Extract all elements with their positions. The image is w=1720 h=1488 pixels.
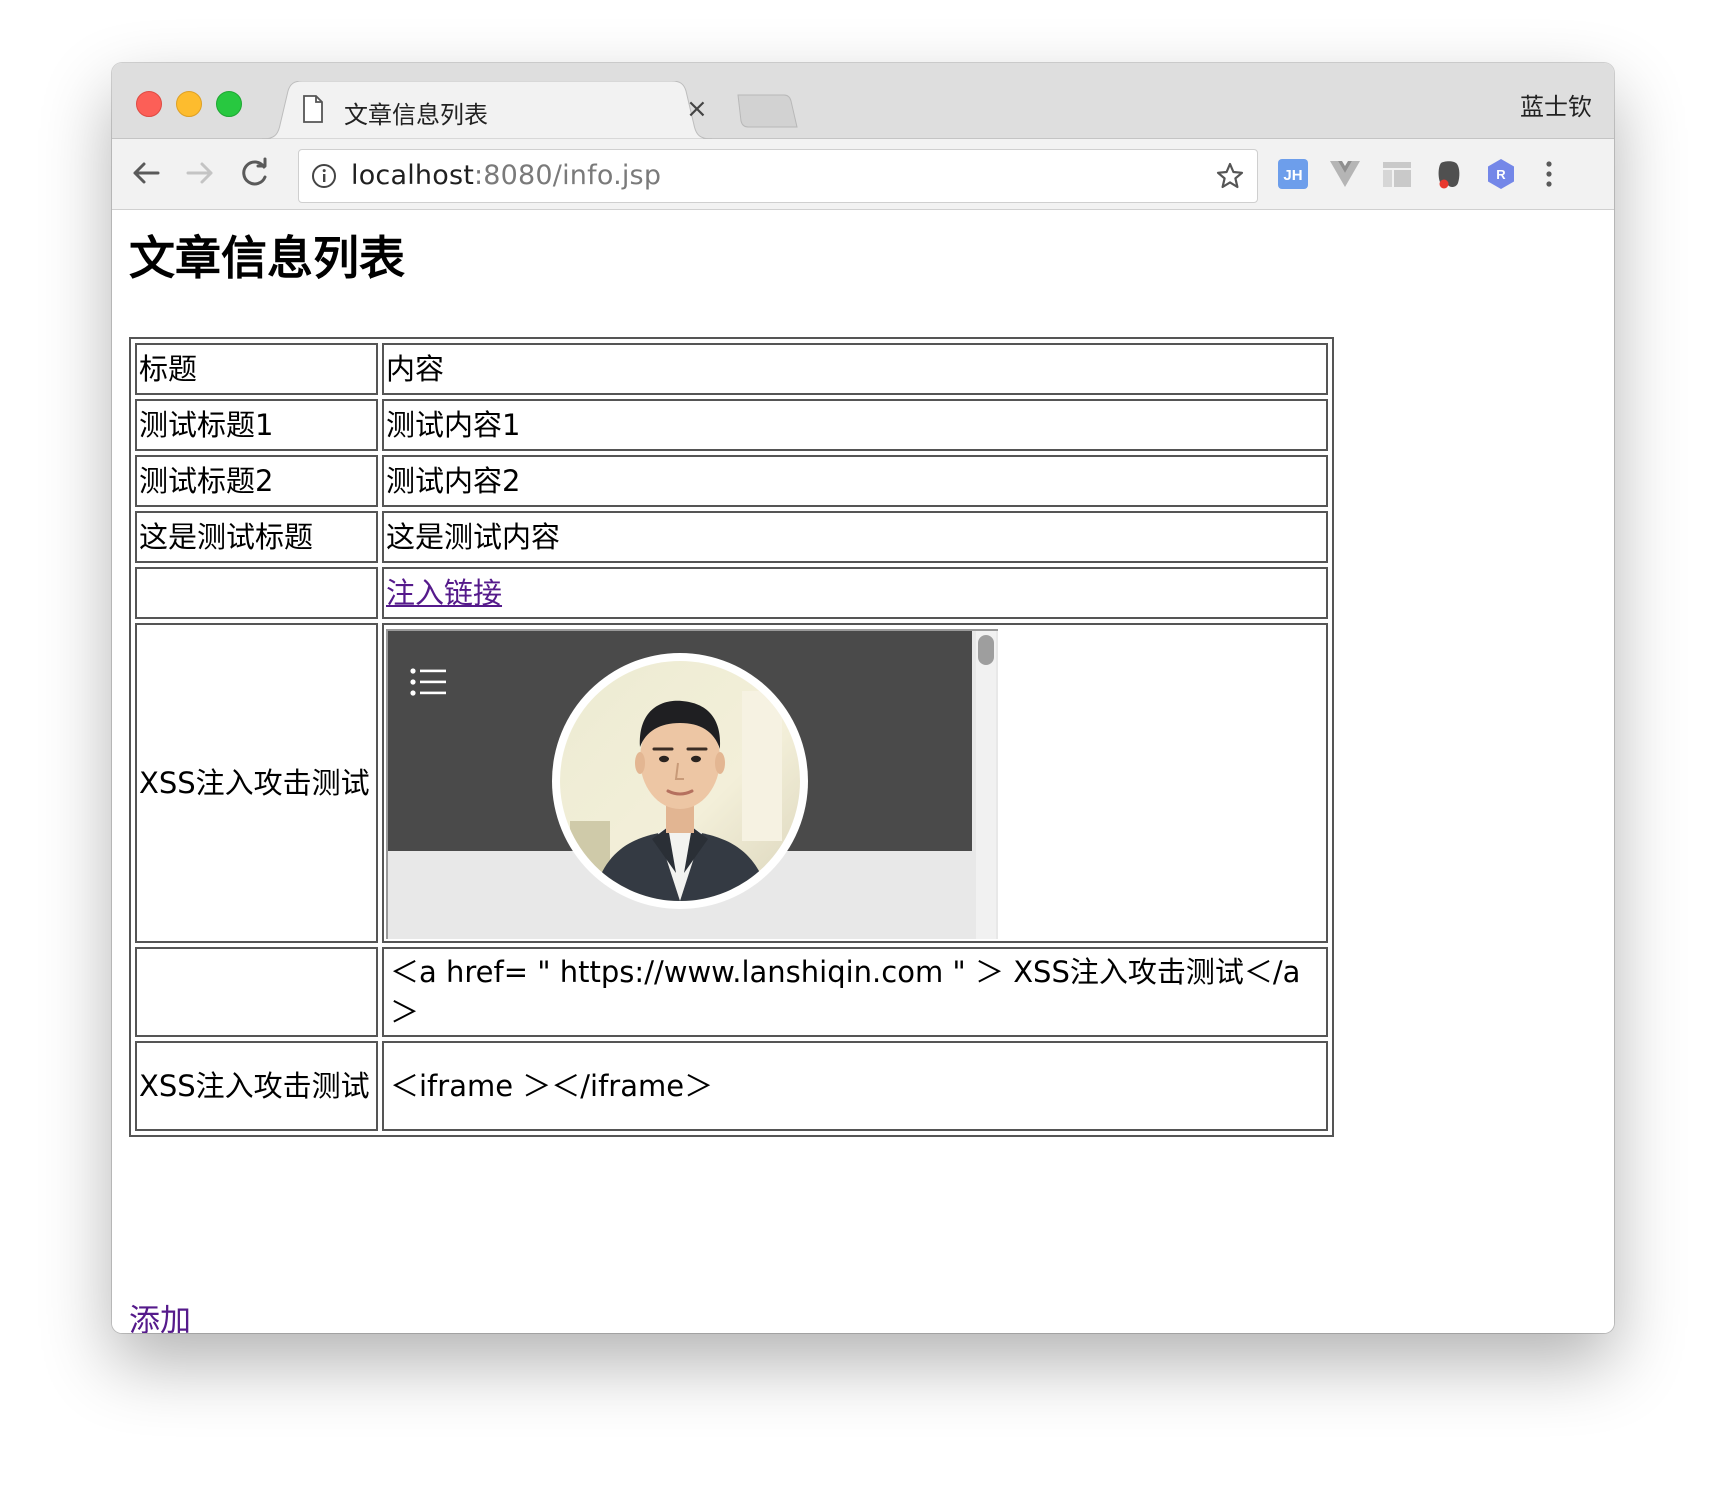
info-icon[interactable] (311, 163, 337, 189)
row-title-cell (135, 567, 378, 619)
avatar (552, 653, 808, 909)
iframe-scrollbar[interactable] (976, 631, 996, 939)
address-bar[interactable]: localhost:8080/info.jsp (298, 149, 1258, 203)
close-window-button[interactable] (136, 91, 162, 117)
url-host: localhost (351, 160, 474, 191)
evernote-icon[interactable] (1432, 157, 1466, 191)
table-row: 测试标题1 测试内容1 (135, 399, 1328, 451)
jh-icon[interactable]: JH (1276, 157, 1310, 191)
page-title: 文章信息列表 (129, 231, 405, 285)
header-content-cell: 内容 (382, 343, 1328, 395)
url-path: :8080/info.jsp (474, 160, 662, 191)
table-row: XSS注入攻击测试 (135, 623, 1328, 943)
row-content-cell: 注入链接 (382, 567, 1328, 619)
bookmark-star-icon[interactable] (1215, 161, 1245, 191)
browser-window: 文章信息列表 × 蓝士钦 localhost:8080/info.jsp JH … (112, 63, 1614, 1333)
table-row: 测试标题2 测试内容2 (135, 455, 1328, 507)
layout-icon[interactable] (1380, 157, 1414, 191)
screen: 文章信息列表 × 蓝士钦 localhost:8080/info.jsp JH … (0, 0, 1720, 1488)
table-row: ＜a href= " https://www.lanshiqin.com " ＞… (135, 947, 1328, 1037)
table-row: 这是测试标题 这是测试内容 (135, 511, 1328, 563)
tab-active[interactable]: 文章信息列表 × (262, 81, 712, 139)
maximize-window-button[interactable] (216, 91, 242, 117)
articles-table: 标题 内容 测试标题1 测试内容1 测试标题2 测试内容2 这是测试标题 这是测… (129, 337, 1334, 1137)
row-content-cell: ＜a href= " https://www.lanshiqin.com " ＞… (382, 947, 1328, 1037)
row-content-cell (382, 623, 1328, 943)
header-title-cell: 标题 (135, 343, 378, 395)
minimize-window-button[interactable] (176, 91, 202, 117)
iframe-scroll-thumb[interactable] (978, 635, 994, 665)
back-icon[interactable] (126, 153, 166, 193)
add-link[interactable]: 添加 (129, 1295, 191, 1333)
row-title-cell: 这是测试标题 (135, 511, 378, 563)
row-title-cell: 测试标题1 (135, 399, 378, 451)
row-title-cell: XSS注入攻击测试 (135, 1041, 378, 1131)
table-row: XSS注入攻击测试 ＜iframe ＞＜/iframe＞ (135, 1041, 1328, 1131)
vue-devtools-icon[interactable] (1328, 157, 1362, 191)
row-content-cell: 这是测试内容 (382, 511, 1328, 563)
toolbar: localhost:8080/info.jsp JH R (112, 139, 1614, 210)
table-row: 注入链接 (135, 567, 1328, 619)
menu-kebab-icon[interactable] (1532, 157, 1566, 191)
forward-icon[interactable] (180, 153, 220, 193)
tab-close-icon[interactable]: × (686, 95, 708, 123)
new-tab-button[interactable] (734, 93, 800, 129)
profile-name[interactable]: 蓝士钦 (1520, 87, 1592, 122)
page-content: 文章信息列表 标题 内容 测试标题1 测试内容1 测试标题2 测试内容2 这是测… (112, 210, 1614, 1333)
row-content-cell: 测试内容1 (382, 399, 1328, 451)
url-text: localhost:8080/info.jsp (351, 160, 661, 191)
document-icon (302, 95, 324, 127)
row-title-cell (135, 947, 378, 1037)
injected-link[interactable]: 注入链接 (386, 576, 502, 610)
redux-icon[interactable]: R (1484, 157, 1518, 191)
row-content-cell: ＜iframe ＞＜/iframe＞ (382, 1041, 1328, 1131)
tab-title: 文章信息列表 (344, 101, 488, 129)
reload-icon[interactable] (234, 153, 274, 193)
row-title-cell: 测试标题2 (135, 455, 378, 507)
row-content-cell: 测试内容2 (382, 455, 1328, 507)
title-bar: 文章信息列表 × 蓝士钦 (112, 63, 1614, 139)
row-title-cell: XSS注入攻击测试 (135, 623, 378, 943)
injected-iframe[interactable] (386, 629, 998, 939)
menu-list-icon[interactable] (410, 667, 448, 697)
table-header-row: 标题 内容 (135, 343, 1328, 395)
svg-text:R: R (1496, 167, 1506, 182)
svg-text:JH: JH (1283, 167, 1302, 184)
